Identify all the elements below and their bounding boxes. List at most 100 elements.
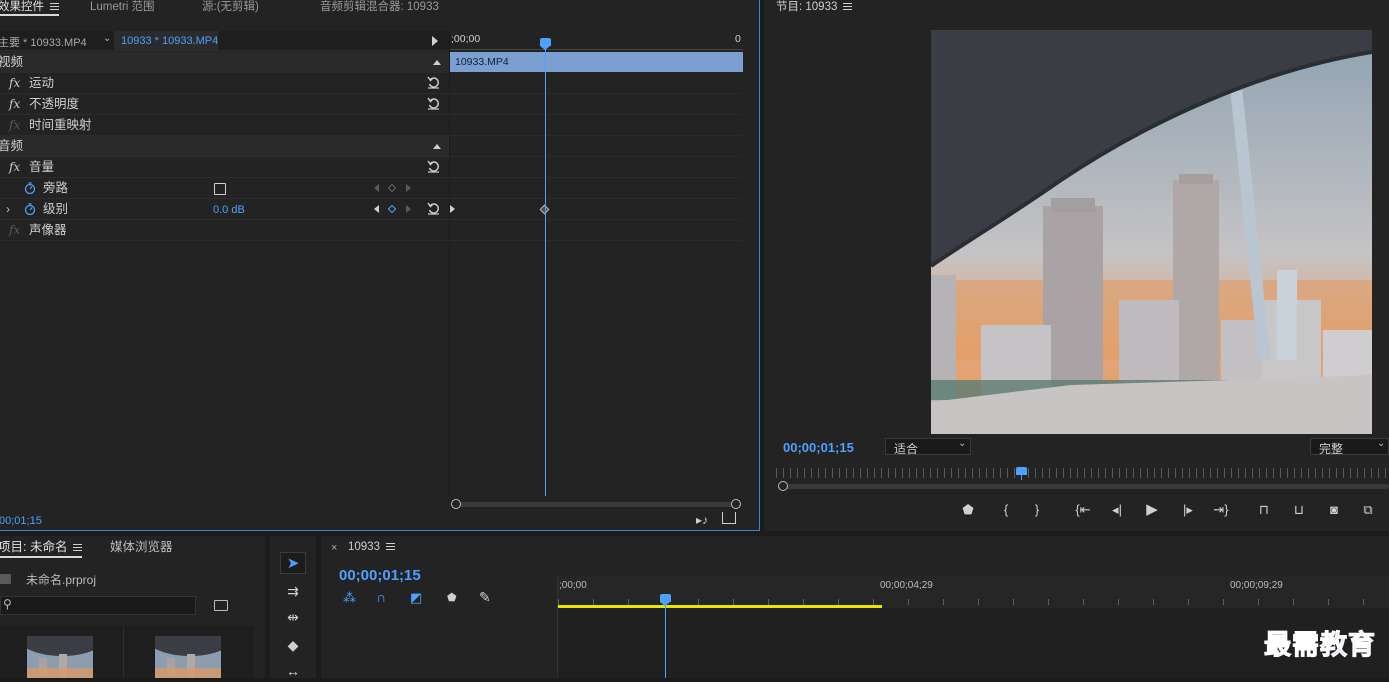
panel-menu-icon[interactable]: [386, 543, 395, 550]
timeline-ruler[interactable]: ;00;00 00;00;04;29 00;00;09;29: [557, 576, 1389, 608]
expand-chevron-icon[interactable]: ›: [6, 199, 10, 219]
opacity-row[interactable]: fx 不透明度: [0, 94, 449, 115]
volume-label: 音量: [29, 157, 54, 177]
bypass-label: 旁路: [43, 178, 68, 198]
fx-icon[interactable]: fx: [9, 73, 20, 93]
play-only-audio-icon[interactable]: [432, 36, 438, 46]
program-ruler[interactable]: [776, 468, 1389, 478]
play-icon[interactable]: ▶: [1144, 503, 1160, 517]
reset-icon[interactable]: [427, 160, 440, 173]
tab-effect-controls-label: 效果控件: [0, 1, 44, 13]
program-video-frame[interactable]: [931, 30, 1372, 434]
reset-icon[interactable]: [427, 76, 440, 89]
next-keyframe-icon[interactable]: [406, 205, 411, 213]
fx-icon[interactable]: fx: [9, 94, 20, 114]
motion-row[interactable]: fx 运动: [0, 73, 449, 94]
sequence-clip-tab[interactable]: 10933 * 10933.MP4: [114, 31, 218, 51]
step-back-icon[interactable]: ◂|: [1109, 503, 1125, 517]
button-editor-icon[interactable]: ⧉: [1358, 503, 1378, 517]
collapse-icon[interactable]: [433, 60, 441, 65]
linked-selection-icon[interactable]: ◩: [410, 590, 422, 606]
program-playhead[interactable]: [1016, 467, 1027, 475]
prev-keyframe-icon[interactable]: [374, 205, 379, 213]
ec-zoom-scrollbar[interactable]: [451, 499, 741, 510]
mark-out-icon[interactable]: }: [1031, 503, 1043, 517]
timeline-timecode[interactable]: 00;00;01;15: [339, 567, 421, 584]
add-marker-icon[interactable]: ⬟: [962, 503, 974, 517]
master-clip-label[interactable]: 主要 * 10933.MP4: [0, 34, 87, 50]
level-row[interactable]: › 级别 0.0 dB: [0, 199, 449, 220]
level-value[interactable]: 0.0 dB: [213, 200, 245, 220]
scrollbar-handle-right[interactable]: [731, 499, 741, 509]
program-timecode[interactable]: 00;00;01;15: [783, 440, 854, 455]
go-to-in-icon[interactable]: {⇤: [1074, 503, 1092, 517]
tab-media-browser[interactable]: 媒体浏览器: [110, 540, 173, 556]
zoom-select[interactable]: 适合 ⌄: [885, 438, 971, 455]
nest-toggle-icon[interactable]: ⁂: [343, 590, 356, 606]
slip-tool[interactable]: ↔: [280, 660, 306, 682]
volume-row[interactable]: › fx 音量: [0, 157, 449, 178]
camera-icon[interactable]: ◙: [1326, 503, 1342, 517]
extract-icon[interactable]: ⊔: [1289, 503, 1309, 517]
sequence-tab-label: 10933: [348, 541, 380, 553]
panel-menu-icon[interactable]: [73, 544, 82, 551]
program-scroll-track[interactable]: [778, 484, 1389, 489]
tl-row: [449, 136, 742, 157]
panel-menu-icon[interactable]: [843, 3, 852, 10]
stopwatch-icon[interactable]: [24, 203, 36, 215]
sequence-tab[interactable]: 10933: [348, 541, 395, 553]
go-to-out-icon[interactable]: ⇥}: [1212, 503, 1230, 517]
add-marker-icon[interactable]: ⬟: [447, 591, 457, 604]
quality-select[interactable]: 完整 ⌄: [1310, 438, 1389, 455]
ec-playhead-handle[interactable]: [540, 38, 551, 46]
prev-keyframe-icon[interactable]: [374, 184, 379, 192]
program-scroll-handle[interactable]: [778, 481, 788, 491]
find-icon[interactable]: [214, 600, 228, 611]
tab-audio-clip-mixer[interactable]: 音频剪辑混合器: 10933: [320, 0, 439, 16]
timeline-playhead-handle[interactable]: [660, 594, 671, 602]
tab-source[interactable]: 源:(无剪辑): [202, 0, 259, 16]
stopwatch-icon[interactable]: [24, 182, 36, 194]
next-keyframe-icon[interactable]: [406, 184, 411, 192]
ec-timecode[interactable]: 00;01;15: [0, 515, 42, 527]
chevron-down-icon[interactable]: ⌄: [103, 33, 111, 44]
export-icon[interactable]: [722, 512, 736, 524]
search-icon: ⚲: [3, 597, 12, 611]
program-monitor-title[interactable]: 节目: 10933: [776, 0, 852, 16]
panel-menu-icon[interactable]: [50, 3, 59, 10]
project-panel: 项目: 未命名 媒体浏览器 未命名.prproj ⚲: [0, 536, 265, 678]
media-thumbnail[interactable]: [27, 636, 93, 678]
track-select-tool[interactable]: ⇉: [280, 580, 306, 602]
add-keyframe-icon[interactable]: [388, 184, 396, 192]
time-remap-row[interactable]: fx 时间重映射: [0, 115, 449, 136]
add-keyframe-icon[interactable]: [388, 205, 396, 213]
play-audio-icon[interactable]: ▸♪: [696, 513, 708, 527]
audio-section-header[interactable]: 音频: [0, 136, 449, 157]
reset-icon[interactable]: [427, 202, 440, 215]
ec-ruler-ticks: [450, 44, 743, 50]
bypass-row[interactable]: 旁路: [0, 178, 449, 199]
scrollbar-handle-left[interactable]: [451, 499, 461, 509]
lift-icon[interactable]: ⊓: [1254, 503, 1274, 517]
thumb-roof: [155, 636, 221, 656]
wrench-icon[interactable]: ✎: [479, 589, 491, 606]
ripple-edit-tool[interactable]: ⇹: [280, 606, 306, 628]
close-sequence-icon[interactable]: ×: [331, 542, 337, 554]
tab-effect-controls[interactable]: 效果控件: [0, 0, 59, 16]
fx-icon[interactable]: fx: [9, 157, 20, 177]
selection-tool[interactable]: ➤: [280, 552, 306, 574]
video-section-header[interactable]: 视频: [0, 52, 449, 73]
reset-icon[interactable]: [427, 97, 440, 110]
tab-lumetri-scopes[interactable]: Lumetri 范围: [90, 0, 155, 16]
step-forward-icon[interactable]: |▸: [1180, 503, 1196, 517]
clip-bar[interactable]: 10933.MP4: [450, 52, 743, 72]
project-search-input[interactable]: ⚲: [0, 596, 196, 615]
panner-row[interactable]: fx 声像器: [0, 220, 449, 241]
collapse-icon[interactable]: [433, 144, 441, 149]
mark-in-icon[interactable]: {: [1000, 503, 1012, 517]
bypass-checkbox[interactable]: [214, 183, 226, 195]
snap-icon[interactable]: ∩: [376, 589, 386, 605]
media-thumbnail[interactable]: [155, 636, 221, 678]
tab-project[interactable]: 项目: 未命名: [0, 540, 82, 558]
razor-tool[interactable]: ◆: [280, 634, 306, 656]
